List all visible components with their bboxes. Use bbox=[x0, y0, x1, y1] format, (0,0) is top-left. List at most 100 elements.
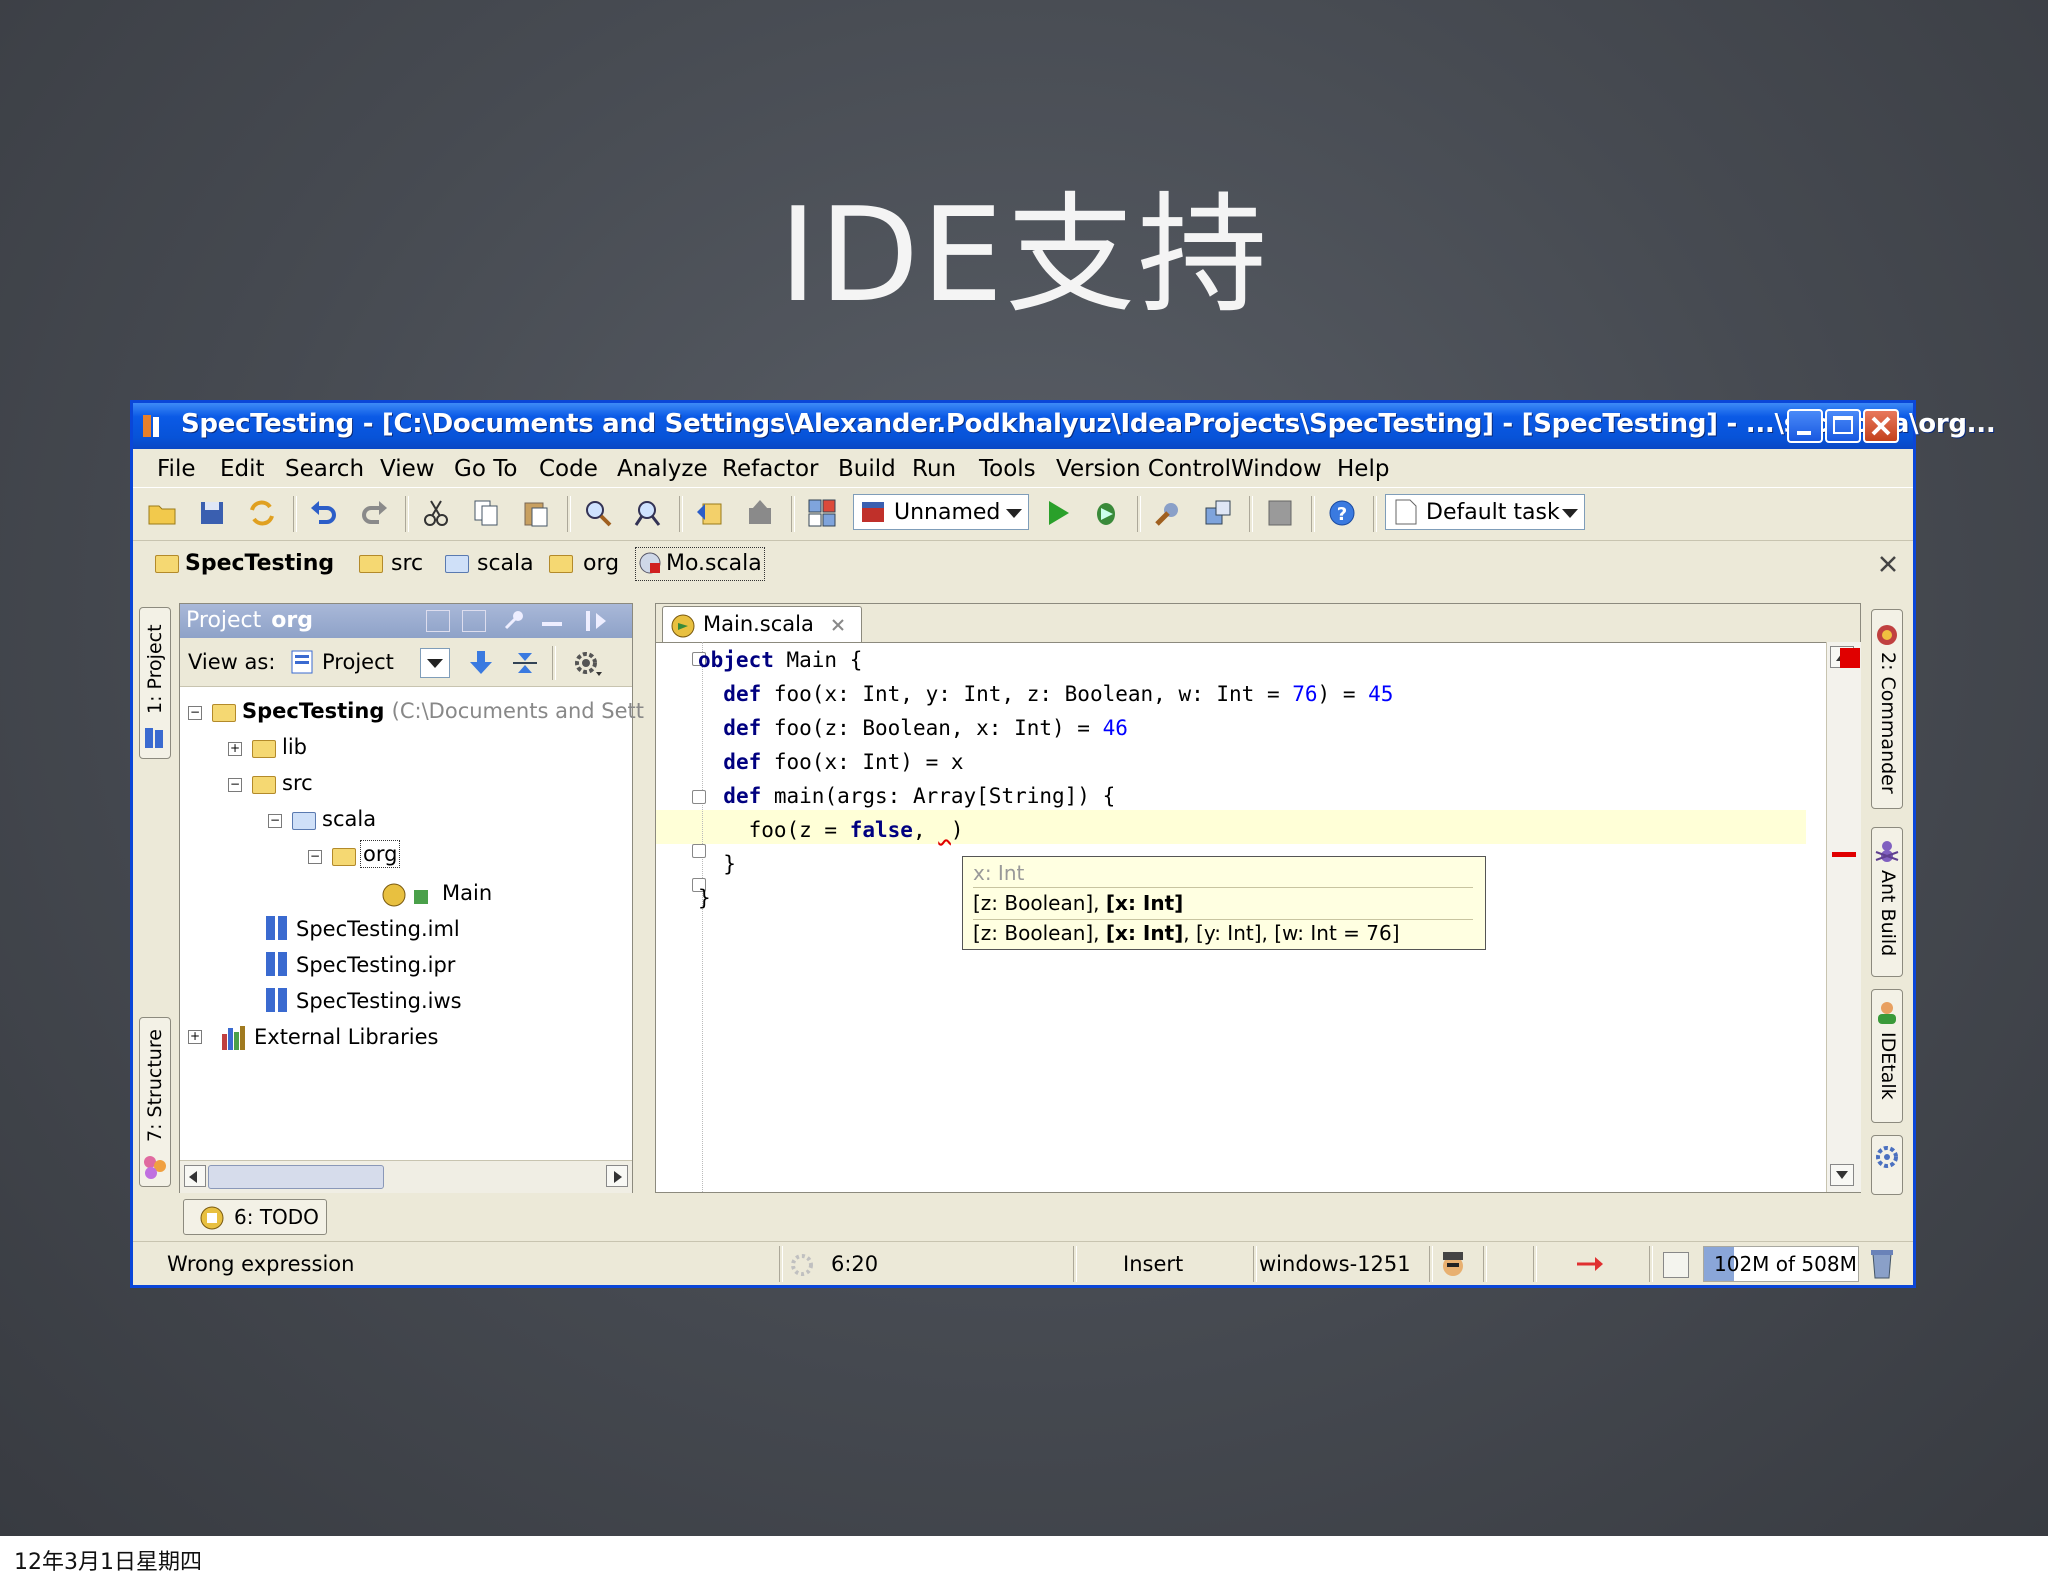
menu-build[interactable]: Build bbox=[838, 456, 896, 482]
editor-vscrollbar[interactable] bbox=[1826, 642, 1861, 1192]
project-hscrollbar[interactable] bbox=[180, 1160, 632, 1193]
tree-node-iml[interactable]: SpecTesting.iml bbox=[296, 917, 460, 941]
tree-node-lib[interactable]: lib bbox=[282, 735, 307, 759]
save-icon[interactable] bbox=[197, 498, 227, 528]
maximize-button[interactable] bbox=[1825, 409, 1861, 443]
panel-minimize-icon[interactable] bbox=[542, 622, 562, 626]
menu-refactor[interactable]: Refactor bbox=[722, 456, 818, 482]
scroll-from-source-icon[interactable] bbox=[466, 648, 496, 678]
tool-tab-todo[interactable]: 6: TODO bbox=[183, 1199, 327, 1235]
breadcrumb-org[interactable]: org bbox=[583, 551, 619, 576]
debug-icon[interactable] bbox=[1091, 498, 1121, 528]
tool-tab-structure[interactable]: 7: Structure bbox=[139, 1017, 171, 1187]
run-config-combo[interactable]: Unnamed bbox=[853, 494, 1029, 530]
tree-node-external-libraries[interactable]: External Libraries bbox=[254, 1025, 439, 1049]
menu-version-control[interactable]: Version Control bbox=[1056, 456, 1231, 482]
project-structure-icon[interactable] bbox=[807, 498, 837, 528]
tree-collapse-toggle[interactable]: − bbox=[308, 850, 322, 864]
tree-node-ipr[interactable]: SpecTesting.ipr bbox=[296, 953, 455, 977]
view-as-dropdown[interactable] bbox=[420, 648, 450, 678]
scroll-thumb[interactable] bbox=[208, 1165, 384, 1189]
error-status-marker[interactable] bbox=[1840, 648, 1860, 668]
copy-icon[interactable] bbox=[471, 498, 501, 528]
redo-icon[interactable] bbox=[359, 498, 389, 528]
menu-window[interactable]: Window bbox=[1231, 456, 1322, 482]
scroll-down-button[interactable] bbox=[1830, 1164, 1854, 1186]
plugin-icon[interactable] bbox=[1203, 498, 1233, 528]
back-icon[interactable] bbox=[695, 498, 725, 528]
tree-collapse-toggle[interactable]: − bbox=[228, 778, 242, 792]
menu-edit[interactable]: Edit bbox=[220, 456, 265, 482]
package-folder-icon bbox=[332, 848, 356, 866]
find-usages-icon[interactable] bbox=[633, 498, 663, 528]
view-as-value: Project bbox=[322, 650, 394, 674]
window-titlebar[interactable]: SpecTesting - [C:\Documents and Settings… bbox=[133, 403, 1996, 449]
tree-collapse-toggle[interactable]: − bbox=[188, 706, 202, 720]
find-icon[interactable] bbox=[583, 498, 613, 528]
menu-code[interactable]: Code bbox=[539, 456, 598, 482]
tree-collapse-toggle[interactable]: − bbox=[268, 814, 282, 828]
status-toggle-box[interactable] bbox=[1663, 1252, 1689, 1278]
scroll-left-button[interactable] bbox=[184, 1165, 206, 1187]
menu-view[interactable]: View bbox=[380, 456, 435, 482]
tree-node-main[interactable]: Main bbox=[442, 881, 492, 905]
open-folder-icon[interactable] bbox=[147, 498, 177, 528]
close-icon[interactable] bbox=[1879, 555, 1897, 573]
cut-icon[interactable] bbox=[421, 498, 451, 528]
status-separator bbox=[1429, 1246, 1433, 1282]
panel-float-icon[interactable] bbox=[426, 610, 450, 632]
panel-dock-icon[interactable] bbox=[462, 610, 486, 632]
menu-help[interactable]: Help bbox=[1337, 456, 1389, 482]
task-combo[interactable]: Default task bbox=[1385, 494, 1585, 530]
sync-icon[interactable] bbox=[247, 498, 277, 528]
minimize-button[interactable] bbox=[1787, 409, 1823, 443]
menu-tools[interactable]: Tools bbox=[979, 456, 1036, 482]
memory-indicator[interactable]: 102M of 508M bbox=[1703, 1246, 1859, 1282]
settings-wrench-icon[interactable] bbox=[1153, 498, 1183, 528]
close-icon[interactable] bbox=[831, 618, 845, 632]
tree-node-iws[interactable]: SpecTesting.iws bbox=[296, 989, 462, 1013]
error-stripe-marker[interactable] bbox=[1832, 852, 1856, 857]
breadcrumb-scala[interactable]: scala bbox=[477, 551, 534, 576]
breadcrumb-project[interactable]: SpecTesting bbox=[185, 551, 334, 576]
trash-can-icon[interactable] bbox=[1867, 1246, 1897, 1282]
tree-expand-toggle[interactable]: + bbox=[228, 742, 242, 756]
help-icon[interactable]: ? bbox=[1327, 498, 1357, 528]
tool-tab-idetalk[interactable]: IDEtalk bbox=[1871, 989, 1903, 1123]
tree-node-src[interactable]: src bbox=[282, 771, 313, 795]
status-insert-mode[interactable]: Insert bbox=[1123, 1252, 1183, 1276]
tree-expand-toggle[interactable]: + bbox=[188, 1030, 202, 1044]
scroll-right-button[interactable] bbox=[606, 1165, 628, 1187]
paste-icon[interactable] bbox=[521, 498, 551, 528]
arrow-right-marker-icon[interactable] bbox=[1573, 1254, 1607, 1274]
close-window-button[interactable] bbox=[1863, 409, 1899, 443]
menu-analyze[interactable]: Analyze bbox=[617, 456, 708, 482]
breadcrumb-file-selected[interactable]: Mo.scala bbox=[635, 547, 765, 581]
scala-file-icon bbox=[639, 552, 661, 574]
tree-node-org[interactable]: org bbox=[360, 840, 401, 868]
forward-icon[interactable] bbox=[745, 498, 775, 528]
menu-file[interactable]: File bbox=[157, 456, 196, 482]
run-icon[interactable] bbox=[1043, 498, 1073, 528]
menu-run[interactable]: Run bbox=[912, 456, 956, 482]
status-encoding[interactable]: windows-1251 bbox=[1259, 1252, 1411, 1276]
pin-icon[interactable] bbox=[502, 608, 526, 632]
menu-search[interactable]: Search bbox=[285, 456, 364, 482]
tool-tab-commander[interactable]: 2: Commander bbox=[1871, 609, 1903, 809]
file-template-icon[interactable] bbox=[1265, 498, 1295, 528]
tool-tab-ant-build[interactable]: Ant Build bbox=[1871, 827, 1903, 977]
breadcrumb-src[interactable]: src bbox=[391, 551, 423, 576]
undo-icon[interactable] bbox=[309, 498, 339, 528]
tree-node-scala[interactable]: scala bbox=[322, 807, 376, 831]
tool-tab-settings[interactable] bbox=[1871, 1135, 1903, 1195]
collapse-all-icon[interactable] bbox=[510, 648, 540, 678]
menu-goto[interactable]: Go To bbox=[454, 456, 517, 482]
editor-tab-main-scala[interactable]: Main.scala bbox=[662, 606, 862, 642]
popup-signature-2: [z: Boolean], [x: Int], [y: Int], [w: In… bbox=[973, 921, 1400, 945]
inspector-icon[interactable] bbox=[1437, 1248, 1469, 1280]
gear-icon[interactable] bbox=[572, 648, 604, 678]
tree-node-project[interactable]: SpecTesting (C:\Documents and Sett bbox=[242, 699, 644, 723]
hide-panel-icon[interactable] bbox=[584, 609, 610, 633]
status-caret-position[interactable]: 6:20 bbox=[831, 1252, 878, 1276]
tool-tab-project[interactable]: 1: Project bbox=[139, 607, 171, 759]
